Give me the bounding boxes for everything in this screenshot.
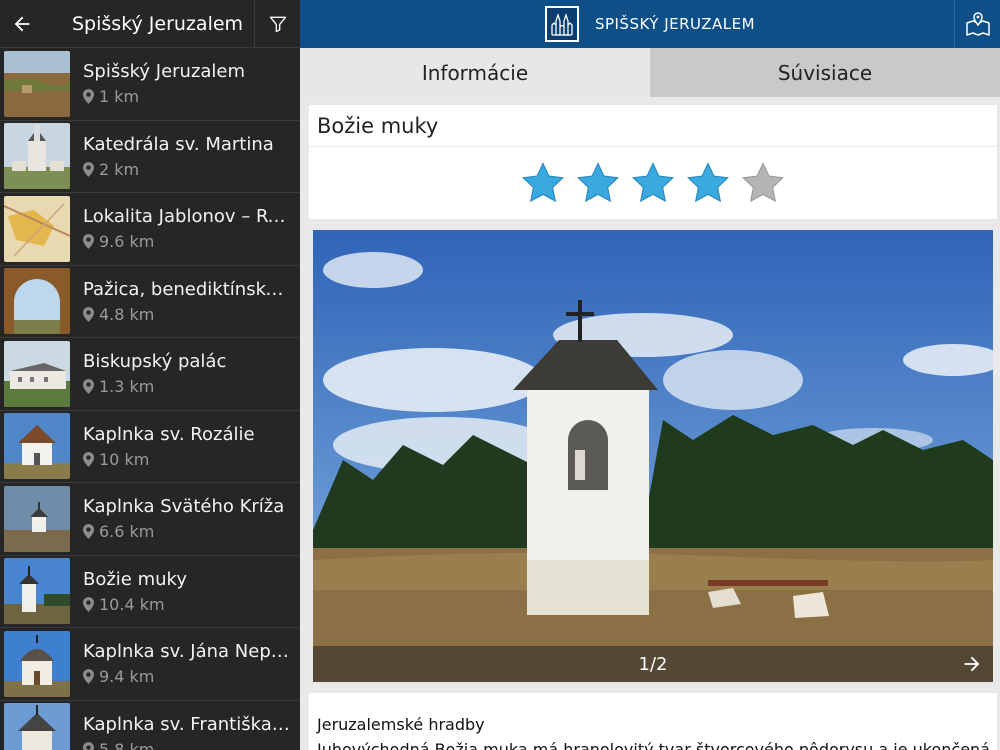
distance-text: 9.4 km (99, 667, 155, 687)
list-item-name: Kaplnka sv. Františka ... (83, 713, 290, 735)
list-item-distance: 2 km (83, 160, 290, 179)
next-photo-button[interactable] (957, 649, 987, 679)
star-empty-icon[interactable] (740, 160, 786, 206)
description-text: Juhovýchodná Božia muka má hranolovitý t… (317, 740, 990, 750)
list-item-name: Spišský Jeruzalem (83, 61, 246, 83)
gallery-photo (313, 230, 993, 682)
location-pin-icon (83, 234, 94, 250)
thumbnail (4, 413, 70, 480)
list-item-distance: 10.4 km (83, 595, 290, 614)
distance-text: 10.4 km (99, 594, 165, 614)
location-pin-icon (83, 161, 94, 177)
list-item-distance: 1.3 km (83, 377, 290, 396)
list-item[interactable]: Spišský Jeruzalem 1 km (0, 48, 300, 121)
list-item-name: Božie muky (83, 568, 187, 590)
photo-gallery[interactable]: 1/2 (313, 230, 993, 682)
photo-counter-bar: 1/2 (313, 646, 993, 682)
location-pin-icon (83, 596, 94, 612)
cathedral-logo-icon (551, 12, 573, 36)
location-pin-icon (83, 669, 94, 685)
map-button[interactable] (954, 0, 1000, 48)
sidebar: Spišský Jeruzalem Spišský Jeruzalem 1 km… (0, 0, 300, 750)
tab-bar: Informácie Súvisiace (300, 48, 1000, 97)
list-item-distance: 10 km (83, 450, 290, 469)
list-item[interactable]: Katedrála sv. Martina 2 km (0, 121, 300, 193)
distance-text: 9.6 km (99, 232, 155, 252)
list-item[interactable]: Lokalita Jablonov – Ry... 9.6 km (0, 193, 300, 266)
description-card: Jeruzalemské hradby Juhovýchodná Božia m… (309, 693, 997, 750)
thumbnail (4, 123, 70, 190)
tab-suvisiace[interactable]: Súvisiace (650, 48, 1000, 97)
star-filled-icon[interactable] (520, 160, 566, 206)
map-icon (965, 12, 990, 36)
tab-informacie[interactable]: Informácie (300, 48, 650, 97)
detail-panel: SPIŠSKÝ JERUZALEM Informácie Súvisiace B… (300, 0, 1000, 750)
poi-list: Spišský Jeruzalem 1 km Katedrála sv. Mar… (0, 48, 300, 750)
thumbnail (4, 50, 70, 117)
list-item-name: Pažica, benediktínsky ... (83, 278, 290, 300)
list-item-name: Kaplnka sv. Rozálie (83, 423, 255, 445)
distance-text: 1 km (99, 87, 140, 107)
list-item-distance: 4.8 km (83, 305, 290, 324)
thumbnail (4, 268, 70, 335)
list-item-name: Biskupský palác (83, 351, 227, 373)
distance-text: 4.8 km (99, 304, 155, 324)
thumbnail (4, 703, 70, 750)
list-item-name: Kaplnka sv. Jána Nepo... (83, 641, 290, 663)
distance-text: 5.8 km (99, 739, 155, 750)
title-card: Božie muky (309, 105, 997, 219)
filter-icon (269, 16, 286, 32)
list-item-distance: 9.6 km (83, 232, 290, 251)
thumbnail (4, 558, 70, 625)
thumbnail (4, 340, 70, 407)
list-item[interactable]: Kaplnka sv. Rozálie 10 km (0, 411, 300, 483)
list-item-distance: 9.4 km (83, 667, 290, 686)
thumbnail (4, 485, 70, 552)
list-item[interactable]: Kaplnka Svätého Kríža 6.6 km (0, 483, 300, 556)
location-pin-icon (83, 524, 94, 540)
location-pin-icon (83, 451, 94, 467)
location-pin-icon (83, 379, 94, 395)
filter-button[interactable] (254, 0, 300, 48)
top-bar: SPIŠSKÝ JERUZALEM (300, 0, 1000, 48)
back-button[interactable] (0, 0, 44, 48)
star-filled-icon[interactable] (630, 160, 676, 206)
list-item-distance: 5.8 km (83, 740, 290, 750)
thumbnail (4, 195, 70, 262)
rating-stars[interactable] (309, 147, 997, 219)
arrow-right-icon (964, 656, 980, 672)
poi-title: Božie muky (309, 105, 997, 147)
distance-text: 2 km (99, 159, 140, 179)
section-heading: Jeruzalemské hradby (317, 715, 485, 734)
list-item-name: Lokalita Jablonov – Ry... (83, 206, 290, 228)
distance-text: 10 km (99, 449, 150, 469)
sidebar-title: Spišský Jeruzalem (72, 12, 244, 35)
location-pin-icon (83, 306, 94, 322)
distance-text: 1.3 km (99, 377, 155, 397)
photo-counter: 1/2 (638, 653, 668, 675)
app-logo (544, 6, 579, 42)
star-filled-icon[interactable] (685, 160, 731, 206)
location-pin-icon (83, 89, 94, 105)
app-title: SPIŠSKÝ JERUZALEM (594, 15, 756, 33)
location-pin-icon (83, 741, 94, 750)
list-item[interactable]: Biskupský palác 1.3 km (0, 338, 300, 411)
list-item[interactable]: Pažica, benediktínsky ... 4.8 km (0, 266, 300, 338)
distance-text: 6.6 km (99, 522, 155, 542)
list-item[interactable]: Kaplnka sv. Františka ... 5.8 km (0, 701, 300, 750)
list-item-distance: 1 km (83, 87, 290, 106)
thumbnail (4, 630, 70, 697)
arrow-left-icon (14, 16, 30, 31)
sidebar-header: Spišský Jeruzalem (0, 0, 300, 48)
star-filled-icon[interactable] (575, 160, 621, 206)
list-item-name: Katedrála sv. Martina (83, 133, 274, 155)
list-item-name: Kaplnka Svätého Kríža (83, 496, 285, 518)
list-item[interactable]: Božie muky 10.4 km (0, 556, 300, 628)
list-item-distance: 6.6 km (83, 522, 290, 541)
list-item[interactable]: Kaplnka sv. Jána Nepo... 9.4 km (0, 628, 300, 701)
